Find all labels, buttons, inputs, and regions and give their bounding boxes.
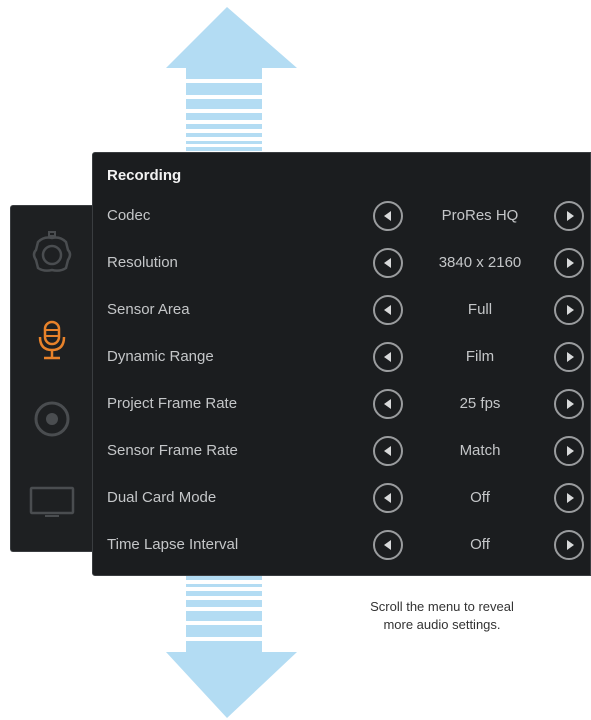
setting-row-sensor-frame-rate: Sensor Frame Rate Match xyxy=(93,429,591,476)
arrow-left-icon xyxy=(383,211,391,221)
setting-label: Time Lapse Interval xyxy=(107,536,239,553)
setting-label: Sensor Area xyxy=(107,301,190,318)
setting-row-codec: Codec ProRes HQ xyxy=(93,194,591,241)
setting-value: Off xyxy=(470,489,490,506)
previous-value-button[interactable] xyxy=(373,530,403,560)
arrow-left-icon xyxy=(383,399,391,409)
setting-row-time-lapse-interval: Time Lapse Interval Off xyxy=(93,523,591,570)
arrow-left-icon xyxy=(383,446,391,456)
setting-label: Codec xyxy=(107,207,151,224)
arrow-left-icon xyxy=(383,352,391,362)
sidebar-tab-camera[interactable] xyxy=(11,223,93,283)
camera-icon xyxy=(32,231,72,272)
setting-value: Full xyxy=(467,301,493,318)
sidebar-tab-monitor[interactable] xyxy=(11,472,93,532)
arrow-right-icon xyxy=(566,540,574,550)
setting-value: 3840 x 2160 xyxy=(438,254,522,271)
stage: Recording Codec ProRes HQ Resolution 384… xyxy=(0,0,591,720)
arrow-left-icon xyxy=(383,305,391,315)
arrow-left-icon xyxy=(383,493,391,503)
next-value-button[interactable] xyxy=(554,295,584,325)
arrow-right-icon xyxy=(566,258,574,268)
setting-label: Dual Card Mode xyxy=(107,489,217,506)
setting-label: Resolution xyxy=(107,254,178,271)
setting-row-project-frame-rate: Project Frame Rate 25 fps xyxy=(93,382,591,429)
scroll-caption: Scroll the menu to reveal more audio set… xyxy=(330,598,554,634)
setting-value: Match xyxy=(459,442,501,459)
previous-value-button[interactable] xyxy=(373,201,403,231)
setting-row-dynamic-range: Dynamic Range Film xyxy=(93,335,591,382)
next-value-button[interactable] xyxy=(554,389,584,419)
microphone-icon xyxy=(38,320,66,360)
arrow-right-icon xyxy=(566,305,574,315)
previous-value-button[interactable] xyxy=(373,248,403,278)
recording-settings-menu: Recording Codec ProRes HQ Resolution 384… xyxy=(92,152,591,576)
caption-line: more audio settings. xyxy=(383,617,501,632)
previous-value-button[interactable] xyxy=(373,389,403,419)
setting-row-resolution: Resolution 3840 x 2160 xyxy=(93,241,591,288)
next-value-button[interactable] xyxy=(554,530,584,560)
setting-value: Film xyxy=(465,348,495,365)
previous-value-button[interactable] xyxy=(373,483,403,513)
arrow-left-icon xyxy=(383,258,391,268)
arrow-right-icon xyxy=(566,399,574,409)
setting-row-dual-card-mode: Dual Card Mode Off xyxy=(93,476,591,523)
next-value-button[interactable] xyxy=(554,483,584,513)
setting-label: Project Frame Rate xyxy=(107,395,238,412)
sidebar-tab-record[interactable] xyxy=(11,389,93,449)
record-icon xyxy=(34,401,70,437)
settings-sidebar xyxy=(10,205,92,552)
setting-value: Off xyxy=(470,536,490,553)
next-value-button[interactable] xyxy=(554,201,584,231)
setting-value: 25 fps xyxy=(459,395,501,412)
arrow-right-icon xyxy=(566,493,574,503)
setting-label: Dynamic Range xyxy=(107,348,214,365)
setting-value: ProRes HQ xyxy=(441,207,519,224)
next-value-button[interactable] xyxy=(554,248,584,278)
previous-value-button[interactable] xyxy=(373,295,403,325)
next-value-button[interactable] xyxy=(554,436,584,466)
arrow-right-icon xyxy=(566,446,574,456)
next-value-button[interactable] xyxy=(554,342,584,372)
sidebar-tab-audio[interactable] xyxy=(11,310,93,370)
previous-value-button[interactable] xyxy=(373,436,403,466)
caption-line: Scroll the menu to reveal xyxy=(370,599,514,614)
previous-value-button[interactable] xyxy=(373,342,403,372)
arrow-left-icon xyxy=(383,540,391,550)
arrow-right-icon xyxy=(566,352,574,362)
menu-title: Recording xyxy=(107,167,182,184)
setting-label: Sensor Frame Rate xyxy=(107,442,238,459)
arrow-right-icon xyxy=(566,211,574,221)
setting-row-sensor-area: Sensor Area Full xyxy=(93,288,591,335)
monitor-icon xyxy=(29,486,75,517)
